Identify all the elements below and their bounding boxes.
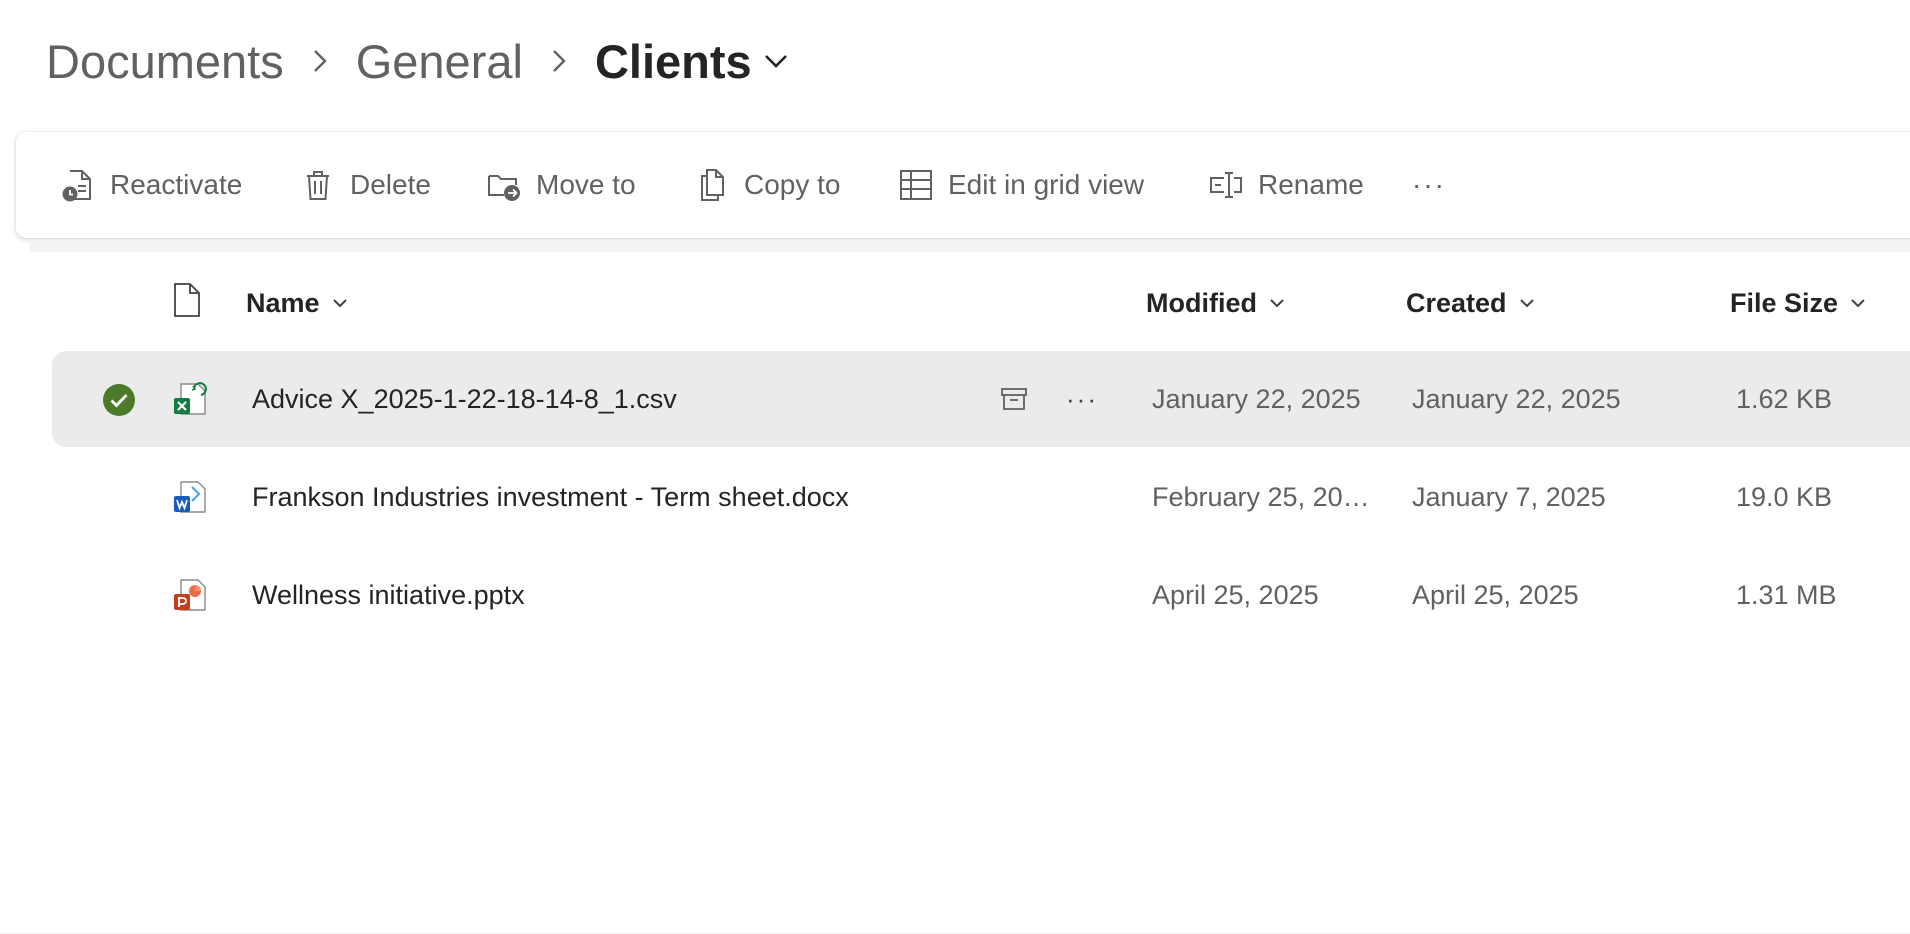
reactivate-icon — [60, 167, 96, 203]
rename-button[interactable]: Rename — [1208, 160, 1364, 210]
file-size: 19.0 KB — [1736, 481, 1833, 512]
modified-column-header[interactable]: Modified — [1146, 272, 1285, 334]
created-date: January 22, 2025 — [1412, 383, 1621, 414]
reactivate-button[interactable]: Reactivate — [60, 160, 242, 210]
file-row[interactable]: Wellness initiative.pptx April 25, 2025 … — [52, 547, 1910, 643]
created-column-label: Created — [1406, 287, 1507, 318]
rename-icon — [1208, 167, 1244, 203]
copy-to-label: Copy to — [744, 169, 841, 200]
move-to-label: Move to — [536, 169, 636, 200]
file-size-column-label: File Size — [1730, 287, 1839, 318]
modified-date: February 25, 20… — [1152, 481, 1370, 512]
modified-date: April 25, 2025 — [1152, 579, 1319, 610]
created-column-header[interactable]: Created — [1406, 272, 1535, 334]
file-size: 1.62 KB — [1736, 383, 1833, 414]
name-column-header[interactable]: Name — [246, 272, 348, 334]
powerpoint-file-icon — [172, 577, 208, 613]
command-bar: Reactivate Delete Move to Copy to Edit i… — [16, 132, 1910, 238]
copy-to-button[interactable]: Copy to — [694, 160, 841, 210]
edit-in-grid-view-label: Edit in grid view — [948, 169, 1145, 200]
chevron-right-icon — [284, 30, 356, 92]
breadcrumb-documents[interactable]: Documents — [46, 34, 284, 89]
chevron-down-icon — [1269, 297, 1285, 309]
file-name[interactable]: Wellness initiative.pptx — [252, 547, 1012, 643]
current-folder-label: Clients — [594, 34, 752, 88]
trash-icon — [300, 167, 336, 203]
modified-column-label: Modified — [1146, 287, 1257, 318]
archive-icon[interactable] — [994, 379, 1034, 419]
chevron-right-icon — [523, 30, 595, 92]
chevron-down-icon — [1850, 297, 1866, 309]
file-size-column-header[interactable]: File Size — [1730, 272, 1866, 334]
delete-label: Delete — [350, 169, 431, 200]
modified-date: January 22, 2025 — [1152, 383, 1361, 414]
breadcrumb: Documents General Clients — [46, 30, 790, 92]
file-row[interactable]: Advice X_2025-1-22-18-14-8_1.csv ··· Jan… — [52, 351, 1910, 447]
file-row[interactable]: Frankson Industries investment - Term sh… — [52, 449, 1910, 545]
more-icon: ··· — [1412, 169, 1446, 200]
file-name[interactable]: Frankson Industries investment - Term sh… — [252, 449, 1012, 545]
more-commands-button[interactable]: ··· — [1412, 160, 1446, 210]
separator — [30, 240, 1910, 252]
move-to-button[interactable]: Move to — [486, 160, 636, 210]
chevron-down-icon — [332, 297, 348, 309]
delete-button[interactable]: Delete — [300, 160, 431, 210]
breadcrumb-general[interactable]: General — [356, 34, 523, 89]
breadcrumb-current-folder[interactable]: Clients — [595, 34, 790, 89]
selected-checkmark-icon[interactable] — [102, 383, 136, 417]
created-date: January 7, 2025 — [1412, 481, 1606, 512]
document-icon — [172, 282, 202, 325]
file-size: 1.31 MB — [1736, 579, 1837, 610]
document-library-page: Documents General Clients Reactivate Del… — [0, 0, 1910, 934]
excel-file-icon — [172, 381, 208, 417]
edit-in-grid-view-button[interactable]: Edit in grid view — [898, 160, 1144, 210]
row-more-actions-button[interactable]: ··· — [1062, 379, 1102, 419]
reactivate-label: Reactivate — [110, 169, 243, 200]
rename-label: Rename — [1258, 169, 1364, 200]
created-date: April 25, 2025 — [1412, 579, 1579, 610]
folder-move-icon — [486, 167, 522, 203]
grid-icon — [898, 167, 934, 203]
word-file-icon — [172, 479, 208, 515]
copy-icon — [694, 167, 730, 203]
list-header: Name Modified Created File Size — [0, 272, 1910, 334]
file-name[interactable]: Advice X_2025-1-22-18-14-8_1.csv — [252, 351, 1012, 447]
chevron-down-icon — [1519, 297, 1535, 309]
name-column-label: Name — [246, 287, 320, 318]
file-type-column-header[interactable] — [172, 272, 202, 334]
chevron-down-icon — [762, 52, 790, 70]
